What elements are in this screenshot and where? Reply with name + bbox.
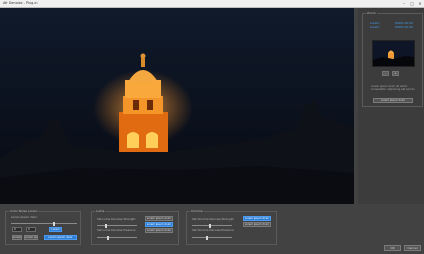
chroma-preserve-label: Set Chroma Denoise Preserve	[192, 228, 234, 232]
color-noise-setting-label: Lorem ipsum dolor	[11, 215, 38, 219]
window-title: Afr Denoise - Plug-in	[3, 1, 38, 5]
chroma-group: Chroma Set Chroma Denoise Strength Set C…	[186, 209, 277, 245]
cancel-button[interactable]: Cancel	[404, 245, 421, 251]
luma-strength-label: Set Luma Denoise Strength	[97, 217, 136, 221]
luma-preserve-slider[interactable]	[97, 235, 137, 240]
image-preview[interactable]	[0, 8, 354, 204]
chroma-strength-label: Set Chroma Denoise Strength	[192, 217, 234, 221]
ok-button[interactable]: OK	[384, 245, 401, 251]
navigator-thumbnail[interactable]	[372, 40, 415, 67]
color-noise-slider[interactable]	[11, 221, 77, 226]
chroma-option-button-2[interactable]: Lorem ipsum dolor	[243, 222, 271, 227]
color-noise-slider-handle[interactable]	[53, 221, 55, 226]
preview-image	[0, 8, 354, 204]
zoom-note: Lorem ipsum dolor sit amet consectetur a…	[371, 85, 415, 92]
chroma-strength-slider-handle[interactable]	[209, 223, 211, 228]
zoom-group: Zoom Lorem 000% 00 00 Lorem 000% 00 00 -…	[362, 11, 423, 107]
color-noise-button-a[interactable]: Lorem	[12, 235, 22, 240]
color-noise-group: Color Noise Lorem Lorem ipsum dolor 0 0 …	[5, 209, 81, 245]
zoom-info-value-2: 000% 00 00	[395, 25, 414, 29]
maximize-icon[interactable]: □	[408, 0, 416, 7]
luma-preserve-label: Set Luma Denoise Preserve	[97, 228, 136, 232]
luma-option-button-3[interactable]: Lorem ipsum dolor	[145, 228, 173, 233]
luma-option-button-1[interactable]: Lorem ipsum dolor	[145, 216, 173, 221]
color-noise-label: Color Noise Lorem	[9, 209, 39, 213]
chroma-strength-slider[interactable]	[192, 223, 232, 228]
zoom-label: Zoom	[366, 11, 377, 15]
chroma-preserve-slider[interactable]	[192, 235, 232, 240]
luma-label: Luma	[95, 209, 106, 213]
controls-bar: Color Noise Lorem Lorem ipsum dolor 0 0 …	[0, 205, 424, 254]
thumbnail-image	[373, 41, 414, 66]
zoom-out-button[interactable]: -	[382, 71, 389, 76]
chroma-label: Chroma	[190, 209, 204, 213]
luma-preserve-slider-handle[interactable]	[107, 235, 109, 240]
color-noise-apply-button[interactable]: Lorem	[49, 227, 62, 232]
color-noise-button-b[interactable]: Lorem ipsum	[24, 235, 38, 240]
luma-option-button-2[interactable]: Lorem ipsum dolor	[145, 222, 173, 227]
color-noise-input-1[interactable]: 0	[12, 227, 22, 232]
chroma-preserve-slider-handle[interactable]	[206, 235, 208, 240]
chroma-option-button-1[interactable]: Lorem ipsum dolor	[243, 216, 271, 221]
zoom-reset-button[interactable]: Lorem ipsum dolor	[373, 98, 413, 103]
luma-strength-slider-handle[interactable]	[105, 223, 107, 228]
color-noise-action-button[interactable]: Lorem ipsum dolor	[44, 235, 77, 240]
title-bar: Afr Denoise - Plug-in – □ ×	[0, 0, 424, 8]
zoom-info-label-2: Lorem	[370, 25, 380, 29]
color-noise-input-2[interactable]: 0	[26, 227, 36, 232]
zoom-in-button[interactable]: +	[392, 71, 399, 76]
luma-strength-slider[interactable]	[97, 223, 137, 228]
close-icon[interactable]: ×	[416, 0, 424, 7]
minimize-icon[interactable]: –	[400, 0, 408, 7]
zoom-panel: Zoom Lorem 000% 00 00 Lorem 000% 00 00 -…	[358, 8, 424, 204]
luma-group: Luma Set Luma Denoise Strength Set Luma …	[91, 209, 179, 245]
